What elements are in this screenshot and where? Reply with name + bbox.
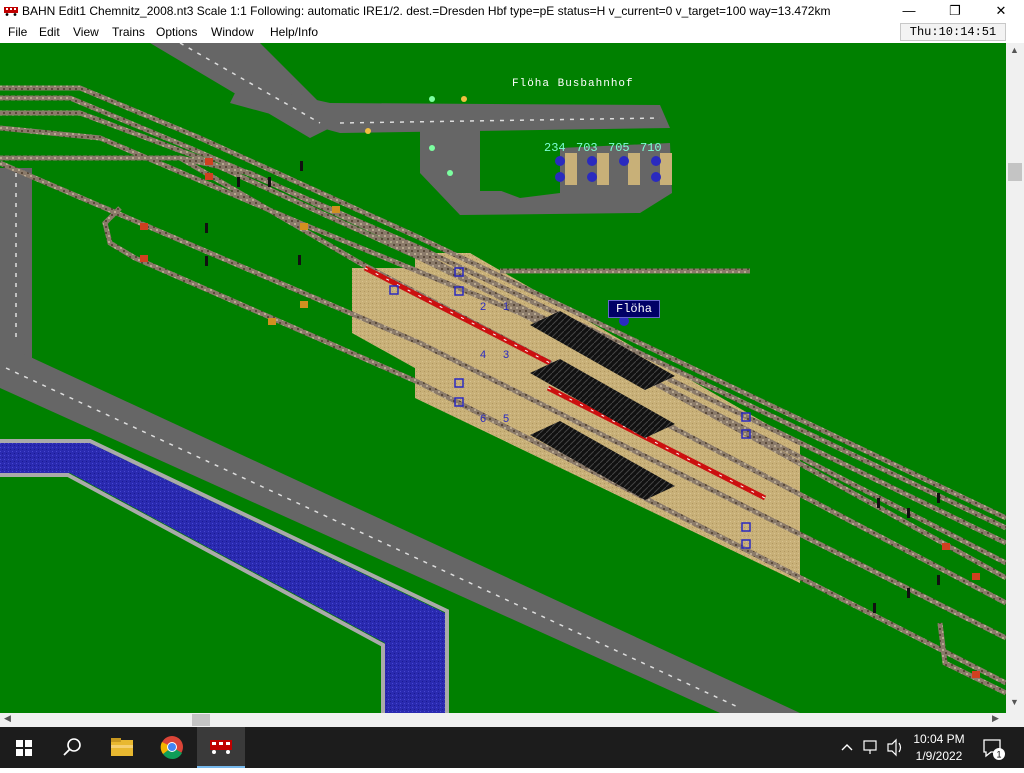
menu-options[interactable]: Options xyxy=(156,25,197,39)
railway-map[interactable]: Flöha Busbahnhof Flöha 234 703 705 710 2… xyxy=(0,43,1006,713)
bahn-app-icon xyxy=(4,7,18,16)
notification-center-icon[interactable]: 1 xyxy=(980,735,1006,761)
platforms xyxy=(352,253,800,583)
minimize-button[interactable]: — xyxy=(886,0,932,22)
menu-file[interactable]: File xyxy=(8,25,27,39)
system-tray xyxy=(836,727,906,768)
network-icon xyxy=(863,740,877,751)
taskbar-date[interactable]: 1/9/2022 xyxy=(906,749,972,763)
menu-edit[interactable]: Edit xyxy=(39,25,60,39)
station-name-label[interactable]: Flöha xyxy=(608,300,661,318)
track-number: 2 xyxy=(480,301,487,313)
track-number: 5 xyxy=(503,413,510,425)
maximize-button[interactable]: ❐ xyxy=(932,0,978,22)
scroll-down-icon[interactable]: ▼ xyxy=(1010,697,1019,707)
menu-view[interactable]: View xyxy=(73,25,99,39)
taskbar-time[interactable]: 10:04 PM xyxy=(906,732,972,746)
chevron-up-icon xyxy=(841,744,853,751)
horizontal-scroll-thumb[interactable] xyxy=(192,714,210,726)
bus-stop-number: 710 xyxy=(640,141,662,155)
map-canvas[interactable] xyxy=(0,43,1006,713)
vertical-scroll-thumb[interactable] xyxy=(1008,163,1022,181)
bahn-app-icon[interactable] xyxy=(197,727,245,768)
notification-count: 1 xyxy=(996,750,1001,760)
menu-trains[interactable]: Trains xyxy=(112,25,145,39)
bus-station-label: Flöha Busbahnhof xyxy=(512,78,634,90)
menu-window[interactable]: Window xyxy=(211,25,254,39)
menu-help-info[interactable]: Help/Info xyxy=(270,25,318,39)
windows-start-icon[interactable] xyxy=(0,727,48,768)
scroll-right-icon[interactable]: ▶ xyxy=(992,713,999,724)
bus-stop-number: 234 xyxy=(544,141,566,155)
simulation-clock: Thu:10:14:51 xyxy=(900,23,1006,41)
track-number: 1 xyxy=(503,301,510,313)
bus-stop-number: 703 xyxy=(576,141,598,155)
track-number: 6 xyxy=(480,413,487,425)
scrollbar-corner xyxy=(1006,713,1024,727)
volume-icon xyxy=(887,738,897,757)
track-number: 4 xyxy=(480,349,487,361)
file-explorer-icon[interactable] xyxy=(98,727,146,768)
scroll-up-icon[interactable]: ▲ xyxy=(1010,45,1019,55)
close-button[interactable]: ✕ xyxy=(978,0,1024,22)
bus-stop-number: 705 xyxy=(608,141,630,155)
menu-bar: File Edit View Trains Options Window Hel… xyxy=(0,22,1024,42)
window-title: BAHN Edit1 Chemnitz_2008.nt3 Scale 1:1 F… xyxy=(22,4,831,18)
horizontal-scrollbar[interactable]: ◀ ▶ xyxy=(0,713,1006,727)
scroll-left-icon[interactable]: ◀ xyxy=(4,713,11,724)
windows-taskbar: 10:04 PM 1/9/2022 1 xyxy=(0,727,1024,768)
search-icon[interactable] xyxy=(48,727,96,768)
chrome-icon[interactable] xyxy=(148,727,196,768)
vertical-scrollbar[interactable]: ▲ ▼ xyxy=(1006,43,1024,713)
track-number: 3 xyxy=(503,349,510,361)
title-bar: BAHN Edit1 Chemnitz_2008.nt3 Scale 1:1 F… xyxy=(0,0,1024,22)
